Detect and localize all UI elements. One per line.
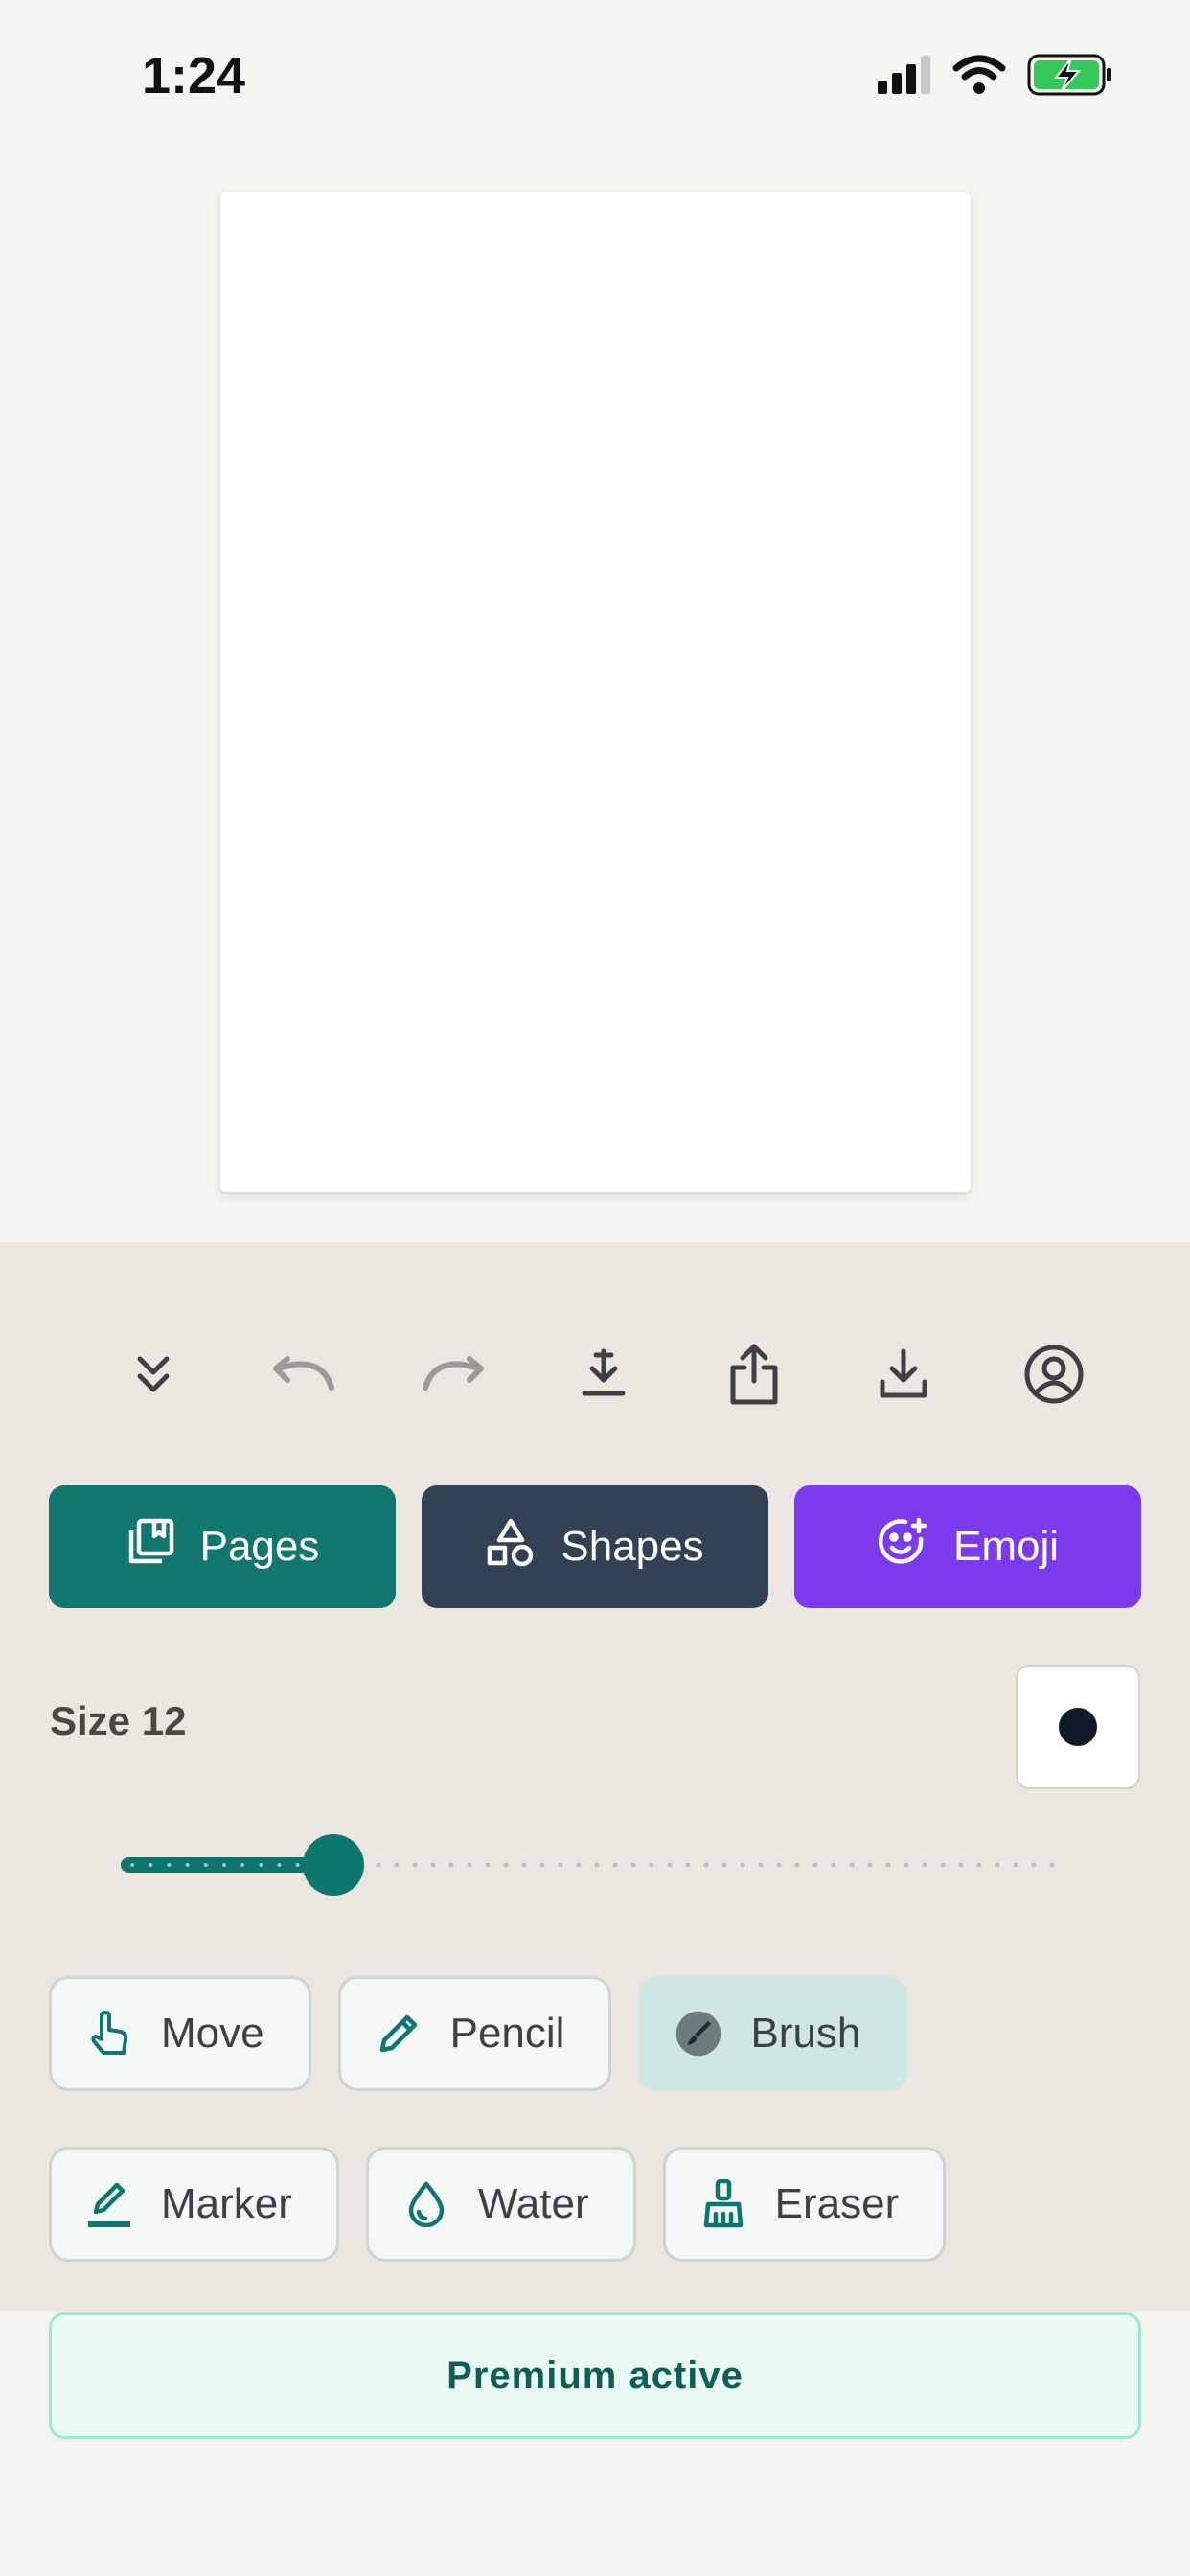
toolbar [96,1319,1111,1434]
tool-panel: Pages Shapes Emoji Size 12 Move Pencil B… [0,1242,1190,2312]
pages-icon [126,1517,175,1577]
download-button[interactable] [546,1319,661,1434]
marker-tool-label: Marker [161,2180,292,2227]
signal-icon [878,56,931,99]
collapse-button[interactable] [96,1319,211,1434]
share-icon [727,1343,781,1411]
shapes-label: Shapes [561,1523,704,1570]
emoji-button[interactable]: Emoji [794,1485,1141,1608]
action-buttons: Pages Shapes Emoji [49,1485,1141,1608]
emoji-label: Emoji [952,1523,1060,1570]
eraser-tool-label: Eraser [774,2180,900,2227]
eraser-brush-icon [700,2179,746,2228]
download-icon [581,1347,627,1406]
status-icons [878,54,1113,101]
status-bar: 1:24 [0,0,1190,153]
slider-fill [121,1857,333,1873]
wifi-icon [952,55,1006,100]
undo-button[interactable] [246,1319,361,1434]
emoji-icon [877,1516,928,1578]
pencil-tool-button[interactable]: Pencil [337,1976,612,2091]
tool-row-2: Marker Water Eraser [49,2147,947,2262]
share-button[interactable] [697,1319,812,1434]
drawing-canvas[interactable] [220,192,971,1192]
brush-size-label: Size 12 [50,1698,187,1743]
brush-tool-label: Brush [750,2010,861,2057]
brush-icon [675,2011,721,2057]
save-button[interactable] [846,1319,961,1434]
eraser-tool-button[interactable]: Eraser [662,2147,947,2262]
save-icon [877,1347,930,1406]
move-tool-button[interactable]: Move [49,1976,311,2091]
color-picker-button[interactable] [1016,1665,1140,1789]
water-tool-label: Water [477,2180,589,2227]
undo-icon [270,1355,337,1398]
status-time: 1:24 [142,47,246,104]
shapes-icon [486,1517,536,1577]
brush-size-slider[interactable] [121,1830,1069,1899]
pencil-icon [376,2011,422,2057]
marker-tool-button[interactable]: Marker [49,2147,339,2262]
canvas-area [0,153,1190,1242]
brush-tool-button[interactable]: Brush [638,1976,908,2091]
water-tool-button[interactable]: Water [365,2147,636,2262]
hand-pointer-icon [86,2011,132,2057]
slider-thumb[interactable] [303,1834,364,1896]
premium-status-banner: Premium active [49,2312,1141,2439]
marker-icon [86,2181,132,2227]
tool-row-1: Move Pencil Brush [49,1976,908,2091]
battery-charging-icon [1027,54,1113,101]
water-drop-icon [403,2181,449,2227]
shapes-button[interactable]: Shapes [422,1485,768,1608]
account-icon [1023,1344,1085,1410]
move-tool-label: Move [161,2010,264,2057]
redo-icon [420,1355,487,1398]
pencil-tool-label: Pencil [449,2010,565,2057]
redo-button[interactable] [396,1319,511,1434]
collapse-icon [130,1351,176,1402]
pages-label: Pages [199,1523,320,1570]
pages-button[interactable]: Pages [49,1485,396,1608]
current-color-dot [1059,1708,1097,1746]
account-button[interactable] [996,1319,1111,1434]
